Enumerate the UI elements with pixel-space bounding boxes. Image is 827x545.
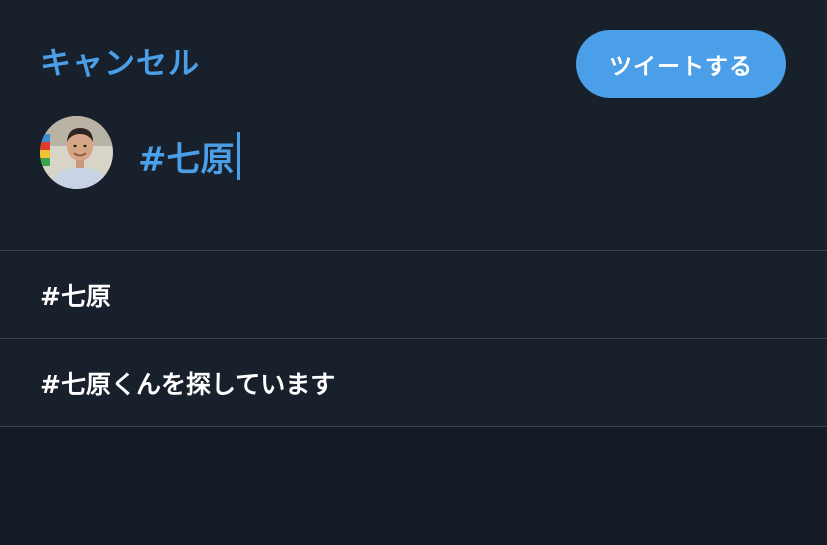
tweet-button[interactable]: ツイートする [576,30,786,98]
compose-text: #七原 [138,139,235,180]
suggestion-label: #七原くんを探しています [40,369,336,399]
compose-panel: キャンセル ツイートする #七原 [0,0,827,250]
suggestion-label: #七原 [40,281,111,311]
hashtag-suggestion[interactable]: #七原くんを探しています [0,338,827,427]
tweet-compose-input[interactable]: #七原 [138,132,240,180]
avatar [40,116,113,189]
user-avatar-icon [40,116,113,189]
hashtag-suggestion[interactable]: #七原 [0,250,827,338]
hashtag-suggestion-list: #七原 #七原くんを探しています [0,250,827,427]
cancel-button[interactable]: キャンセル [40,42,200,86]
text-caret [236,132,240,180]
